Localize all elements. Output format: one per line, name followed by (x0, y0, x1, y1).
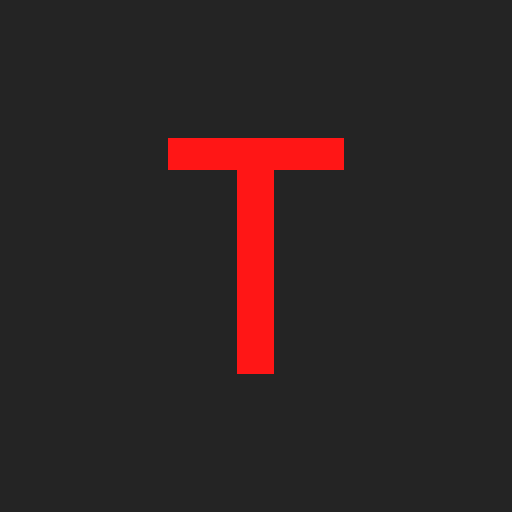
letter-t-glyph: T (0, 0, 512, 512)
glyph-char: T (0, 0, 1, 1)
t-stem (237, 138, 274, 374)
dark-canvas: T (0, 0, 512, 512)
